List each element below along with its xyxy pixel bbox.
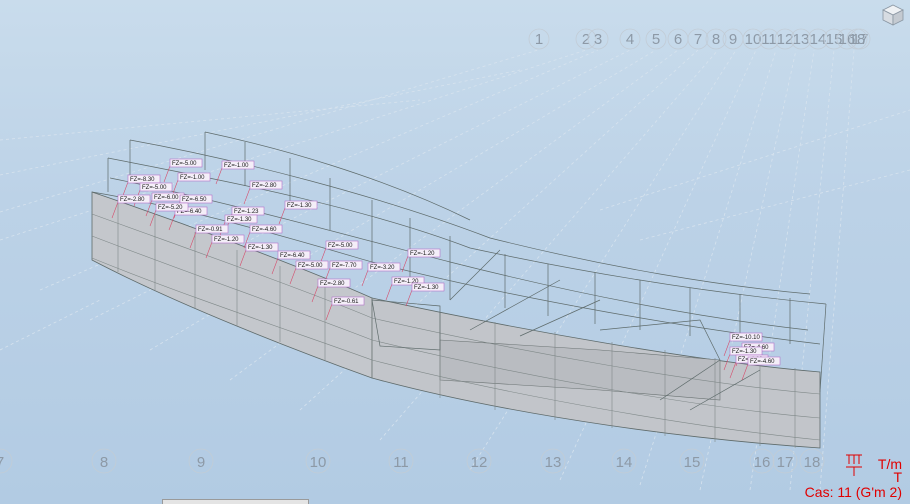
load-value: FZ=-4.60 bbox=[252, 227, 277, 233]
load-value: FZ=-1.00 bbox=[224, 163, 249, 169]
load-value: FZ=-4.60 bbox=[750, 359, 775, 365]
load-value: FZ=-10.10 bbox=[732, 335, 761, 341]
load-value: FZ=-2.80 bbox=[320, 281, 345, 287]
load-value: FZ=-5.00 bbox=[298, 263, 323, 269]
axis-bubbles-top: 1 2 3 4 5 6 7 8 9 10 11 12 13 14 15161718 bbox=[528, 28, 871, 50]
load-value: FZ=-5.00 bbox=[328, 243, 353, 249]
axis-bubble-bottom: 9 bbox=[188, 448, 214, 474]
axis-bubble-top: 4 bbox=[619, 28, 641, 50]
axis-bubble-bottom: 10 bbox=[305, 448, 331, 474]
axis-label: 4 bbox=[626, 31, 634, 48]
load-value: FZ=-6.00 bbox=[154, 195, 179, 201]
load-value: FZ=-1.20 bbox=[214, 237, 239, 243]
axis-bubbles-bottom: 789101112131415161718 bbox=[0, 448, 825, 474]
load-value: FZ=-1.30 bbox=[287, 203, 312, 209]
load-value: FZ=-0.61 bbox=[334, 299, 359, 305]
axis-label: 13 bbox=[545, 454, 562, 471]
load-value: FZ=-1.30 bbox=[414, 285, 439, 291]
axis-bubble-top: 7 bbox=[687, 28, 709, 50]
load-value: FZ=-6.40 bbox=[280, 253, 305, 259]
load-value: FZ=-2.80 bbox=[120, 197, 145, 203]
axis-bubble-bottom: 11 bbox=[388, 448, 414, 474]
axis-bubble-top: 6 bbox=[667, 28, 689, 50]
axis-label: 13 bbox=[793, 31, 810, 48]
axis-label: 1 bbox=[535, 31, 543, 48]
axis-bubble-bottom: 17 bbox=[772, 448, 798, 474]
load-label[interactable]: FZ=-1.20 bbox=[401, 248, 441, 273]
load-label[interactable]: FZ=-1.30 bbox=[405, 282, 445, 307]
load-value: FZ=-5.00 bbox=[172, 161, 197, 167]
axis-label: 15 bbox=[684, 454, 701, 471]
load-value: FZ=-0.91 bbox=[198, 227, 223, 233]
axis-label: 12 bbox=[471, 454, 488, 471]
load-value: FZ=-3.20 bbox=[370, 265, 395, 271]
load-value: FZ=-1.00 bbox=[180, 175, 205, 181]
view-cube-icon[interactable] bbox=[882, 4, 904, 26]
axis-bubble-bottom: 15 bbox=[679, 448, 705, 474]
axis-bubble-top: 18 bbox=[846, 28, 868, 50]
axis-bubble-top: 1 bbox=[528, 28, 550, 50]
axis-label: 14 bbox=[616, 454, 633, 471]
axis-label: 8 bbox=[712, 31, 720, 48]
axis-label: 8 bbox=[100, 454, 108, 471]
axis-label: 9 bbox=[729, 31, 737, 48]
axis-bubble-bottom: 14 bbox=[611, 448, 637, 474]
axis-label: 6 bbox=[674, 31, 682, 48]
axis-label: 18 bbox=[849, 31, 866, 48]
axis-label: 16 bbox=[754, 454, 771, 471]
axis-bubble-bottom: 16 bbox=[749, 448, 775, 474]
axis-bubble-bottom: 12 bbox=[466, 448, 492, 474]
legend-load-case: Cas: 11 (G'm 2) bbox=[804, 484, 902, 500]
axis-bubble-top: 3 bbox=[587, 28, 609, 50]
axis-label: 11 bbox=[761, 31, 777, 48]
load-label[interactable]: FZ=-1.30 bbox=[278, 200, 318, 225]
load-value: FZ=-6.50 bbox=[182, 197, 207, 203]
load-value: FZ=-1.23 bbox=[234, 209, 259, 215]
axis-label: 5 bbox=[652, 31, 660, 48]
legend-unit-line: T/m bbox=[877, 456, 902, 472]
3d-model-viewport[interactable]: FZ=-5.00 FZ=-1.00 FZ=-8.30 FZ=-1.00 FZ=-5.00… bbox=[0, 0, 910, 504]
axis-label: 2 bbox=[582, 31, 590, 48]
load-value: FZ=-5.00 bbox=[142, 185, 167, 191]
load-value: FZ=-1.20 bbox=[410, 251, 435, 257]
axis-bubble-top: 10 bbox=[742, 28, 764, 50]
load-value: FZ=-8.30 bbox=[130, 177, 155, 183]
legend-unit-force: T bbox=[893, 469, 902, 485]
bottom-toolbar-strip[interactable] bbox=[162, 499, 309, 504]
load-case-legend: T/m T Cas: 11 (G'm 2) bbox=[804, 456, 902, 500]
axis-label: 9 bbox=[197, 454, 205, 471]
load-value: FZ=-1.30 bbox=[732, 349, 757, 355]
load-value: FZ=-7.70 bbox=[332, 263, 357, 269]
axis-label: 11 bbox=[393, 454, 409, 471]
load-value: FZ=-2.80 bbox=[252, 183, 277, 189]
axis-bubble-bottom: 13 bbox=[540, 448, 566, 474]
load-value: FZ=-5.20 bbox=[158, 205, 183, 211]
load-value: FZ=-1.30 bbox=[248, 245, 273, 251]
axis-label: 17 bbox=[777, 454, 794, 471]
axis-label: 7 bbox=[0, 454, 4, 471]
axis-bubble-bottom: 8 bbox=[91, 448, 117, 474]
axis-bubble-top: 5 bbox=[645, 28, 667, 50]
axis-bubble-bottom: 7 bbox=[0, 448, 13, 474]
load-value: FZ=-1.30 bbox=[227, 217, 252, 223]
axis-label: 7 bbox=[694, 31, 702, 48]
axis-label: 3 bbox=[594, 31, 602, 48]
axis-label: 10 bbox=[310, 454, 327, 471]
